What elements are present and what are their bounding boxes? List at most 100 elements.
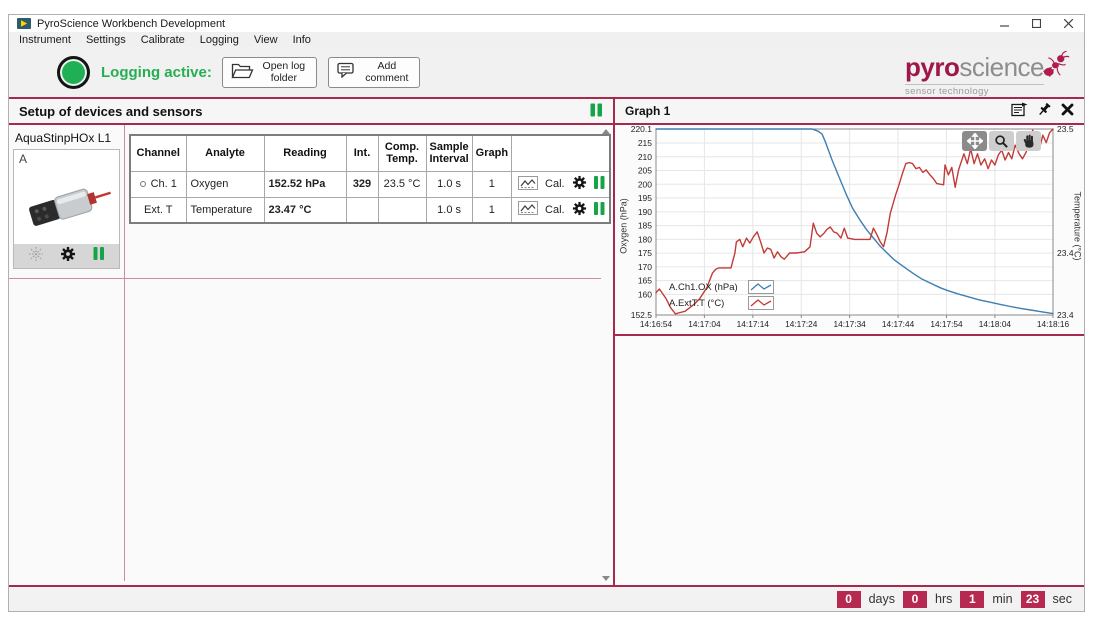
window-controls	[988, 15, 1084, 32]
comment-icon	[337, 62, 357, 81]
col-graph: Graph	[472, 135, 511, 171]
svg-text:14:17:14: 14:17:14	[737, 319, 770, 329]
channel-settings-gear-icon[interactable]	[572, 201, 587, 219]
calibrate-button[interactable]: Cal.	[545, 204, 565, 216]
channel-led-icon	[140, 181, 146, 187]
graph-area[interactable]: 220.121521020520019519018518017517016516…	[615, 125, 1084, 336]
calibrate-button[interactable]: Cal.	[545, 178, 565, 190]
statusbar: 0 days 0 hrs 1 min 23 sec	[9, 587, 1084, 611]
timer-min-value: 1	[960, 591, 984, 608]
close-window-icon[interactable]	[1052, 15, 1084, 32]
reading-value: 152.52 hPa	[264, 171, 346, 197]
open-log-folder-button[interactable]: Open log folder	[222, 57, 317, 88]
scroll-up-icon[interactable]	[602, 129, 610, 134]
svg-text:170: 170	[638, 262, 652, 272]
sample-interval-value: 1.0 s	[426, 197, 472, 223]
legend-item: A.ExtT.T (°C)	[669, 296, 774, 310]
scroll-down-icon[interactable]	[602, 576, 610, 581]
pause-all-button[interactable]	[590, 103, 603, 120]
logging-status-icon	[57, 56, 90, 89]
pin-icon[interactable]	[1037, 102, 1052, 120]
main-area: Setup of devices and sensors AquaStinpHO…	[9, 97, 1084, 587]
comp-temp-value: 23.5 °C	[378, 171, 426, 197]
grid-divider-horizontal	[9, 278, 601, 279]
show-graph-icon[interactable]	[518, 201, 538, 218]
logging-status-text: Logging active:	[101, 64, 212, 81]
device-toolbar	[14, 244, 119, 268]
pyroscience-logo: pyroscience sensor technology	[905, 52, 1070, 97]
grid-divider-vertical	[124, 125, 125, 581]
device-settings-gear-icon[interactable]	[60, 246, 76, 267]
menu-settings[interactable]: Settings	[86, 34, 126, 46]
svg-text:14:17:24: 14:17:24	[785, 319, 818, 329]
svg-text:14:17:34: 14:17:34	[834, 319, 867, 329]
svg-text:180: 180	[638, 234, 652, 244]
table-row: Ch. 1 Oxygen 152.52 hPa 329 23.5 °C 1.0 …	[130, 171, 610, 197]
close-graph-icon[interactable]	[1061, 103, 1074, 119]
comp-temp-value	[378, 197, 426, 223]
channel-settings-gear-icon[interactable]	[572, 175, 587, 193]
timer-days-value: 0	[837, 591, 861, 608]
add-comment-button[interactable]: Add comment	[328, 57, 420, 88]
channel-label: Ext. T	[130, 197, 186, 223]
svg-text:14:17:54: 14:17:54	[930, 319, 963, 329]
svg-text:165: 165	[638, 276, 652, 286]
graph-tools	[962, 131, 1041, 151]
svg-text:220.1: 220.1	[631, 125, 653, 134]
col-actions	[512, 135, 610, 171]
graph-number-value: 1	[472, 171, 511, 197]
folder-icon	[231, 62, 254, 82]
graph-options-icon[interactable]	[1011, 102, 1028, 120]
col-sample-interval: Sample Interval	[426, 135, 472, 171]
table-row: Ext. T Temperature 23.47 °C 1.0 s 1	[130, 197, 610, 223]
svg-text:210: 210	[638, 152, 652, 162]
channel-pause-button[interactable]	[594, 202, 605, 218]
intensity-value	[346, 197, 378, 223]
menu-view[interactable]: View	[254, 34, 278, 46]
graph-number-value: 1	[472, 197, 511, 223]
svg-text:200: 200	[638, 179, 652, 189]
reading-value: 23.47 °C	[264, 197, 346, 223]
add-comment-label: Add comment	[363, 60, 411, 84]
pan-tool-icon[interactable]	[962, 131, 987, 151]
titlebar: PyroScience Workbench Development	[9, 15, 1084, 32]
window-title: PyroScience Workbench Development	[37, 18, 225, 30]
setup-panel: Setup of devices and sensors AquaStinpHO…	[9, 99, 615, 585]
col-analyte: Analyte	[186, 135, 264, 171]
legend-line-sample-icon	[748, 280, 774, 294]
svg-text:195: 195	[638, 193, 652, 203]
logo-pyro-text: pyro	[905, 52, 959, 83]
menubar: Instrument Settings Calibrate Logging Vi…	[9, 32, 1084, 47]
menu-instrument[interactable]: Instrument	[19, 34, 71, 46]
sensor-table: Channel Analyte Reading Int. Comp. Temp.…	[129, 134, 611, 224]
graph-lower-area	[615, 336, 1084, 585]
graph-title: Graph 1	[625, 104, 670, 118]
legend-item: A.Ch1.OX (hPa)	[669, 280, 774, 294]
hand-tool-icon[interactable]	[1016, 131, 1041, 151]
svg-text:175: 175	[638, 248, 652, 258]
svg-text:205: 205	[638, 166, 652, 176]
menu-calibrate[interactable]: Calibrate	[141, 34, 185, 46]
minimize-icon[interactable]	[988, 15, 1020, 32]
ant-icon	[1040, 48, 1070, 85]
menu-info[interactable]: Info	[293, 34, 311, 46]
app-icon	[17, 18, 31, 29]
timer-min-label: min	[992, 592, 1012, 606]
svg-text:14:17:04: 14:17:04	[688, 319, 721, 329]
graph-panel: Graph 1 220.1215210205200195190185180175…	[615, 99, 1084, 585]
device-pause-button[interactable]	[93, 247, 105, 265]
led-intensity-icon[interactable]	[28, 246, 44, 267]
graph-panel-header: Graph 1	[615, 99, 1084, 125]
menu-logging[interactable]: Logging	[200, 34, 239, 46]
col-channel: Channel	[130, 135, 186, 171]
maximize-icon[interactable]	[1020, 15, 1052, 32]
channel-pause-button[interactable]	[594, 176, 605, 192]
col-reading: Reading	[264, 135, 346, 171]
svg-text:14:16:54: 14:16:54	[640, 319, 673, 329]
chart-legend: A.Ch1.OX (hPa) A.ExtT.T (°C)	[669, 280, 774, 310]
svg-text:190: 190	[638, 207, 652, 217]
zoom-tool-icon[interactable]	[989, 131, 1014, 151]
timer-sec-value: 23	[1021, 591, 1045, 608]
show-graph-icon[interactable]	[518, 176, 538, 193]
device-card[interactable]: A	[13, 149, 120, 269]
